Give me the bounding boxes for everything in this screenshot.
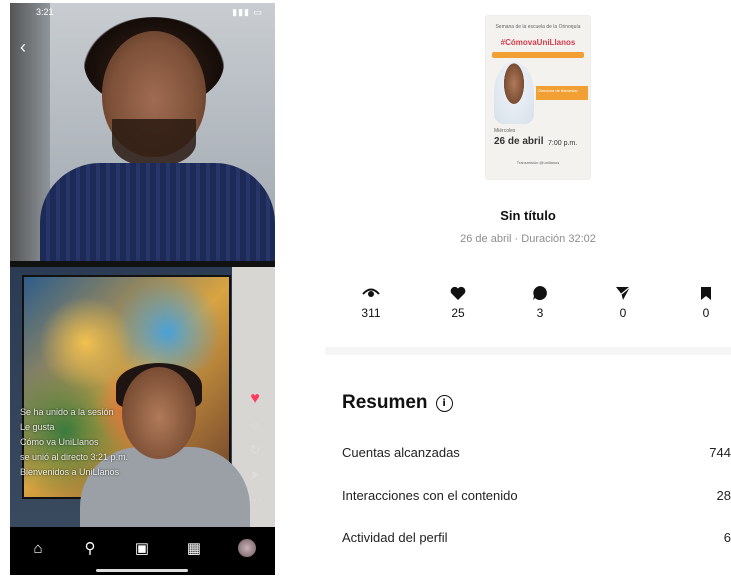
man-beard (112, 119, 196, 167)
home-icon[interactable]: ⌂ (28, 539, 48, 559)
man-shirt (40, 163, 275, 261)
thumbnail-date: 26 de abril (494, 136, 544, 147)
comment: Cómo va UniLlanos (20, 437, 99, 447)
stat-comments: 3 (510, 284, 570, 320)
stat-value: 25 (451, 306, 465, 320)
more-icon[interactable]: ··· (249, 493, 262, 507)
top-video-feed (10, 3, 275, 261)
summary-row-accounts-reached[interactable]: Cuentas alcanzadas 744 (342, 445, 731, 460)
status-time: 3:21 (36, 7, 54, 17)
bottom-navbar: ⌂ ⚲ ▣ ▦ (10, 527, 275, 575)
heart-icon (428, 284, 488, 302)
row-value: 6 (723, 530, 731, 545)
send-icon[interactable]: ➤ (250, 468, 261, 482)
comment-bubble-icon[interactable]: ○ (251, 418, 259, 432)
comment: Le gusta (20, 422, 55, 432)
post-meta: 26 de abril · Duración 32:02 (460, 233, 596, 245)
comment-icon (510, 284, 570, 302)
live-video-panel: 3:21 ▮▮▮ ▭ ‹ Se ha unido a la sesión Le … (10, 3, 275, 575)
thumbnail-tag: Directora de Bienestar (536, 86, 588, 100)
thumbnail-subtitle: Semana de la escuela de la Orinoquía (495, 24, 581, 30)
chevron-left-icon[interactable]: ‹ (20, 37, 26, 58)
section-divider (325, 347, 731, 355)
bottom-video-feed (10, 267, 275, 527)
search-icon[interactable]: ⚲ (80, 539, 100, 559)
share-icon (593, 284, 653, 302)
eye-icon (341, 284, 401, 302)
row-value: 28 (716, 488, 731, 503)
reels-icon[interactable]: ▣ (132, 539, 152, 559)
stat-value: 0 (619, 306, 627, 320)
thumbnail-band (492, 52, 584, 58)
side-actions: ♥ ○ ↻ ➤ ··· (245, 391, 265, 507)
thumbnail-day: Miércoles (494, 128, 516, 134)
thumbnail-hashtag: #CómovaUniLlanos (500, 38, 576, 47)
refresh-icon[interactable]: ↻ (250, 443, 261, 457)
bookmark-icon (676, 284, 731, 302)
stat-likes: 25 (428, 284, 488, 320)
stat-shares: 0 (593, 284, 653, 320)
thumbnail-person-image (494, 62, 534, 124)
heart-icon[interactable]: ♥ (250, 391, 260, 407)
thumbnail-footer: Transmisión @unillanos (516, 160, 560, 165)
post-thumbnail[interactable]: Semana de la escuela de la Orinoquía #Có… (485, 15, 591, 180)
row-label: Actividad del perfil (342, 530, 448, 545)
stat-views: 311 (341, 284, 401, 320)
activity-icon[interactable]: ▦ (184, 539, 204, 559)
comment: Bienvenidos a UniLlanos (20, 467, 120, 477)
signal-battery-icon: ▮▮▮ ▭ (232, 7, 263, 17)
summary-title: Resumen (342, 392, 428, 413)
thumbnail-time: 7:00 p.m. (548, 140, 578, 147)
post-title: Sin título (500, 208, 556, 223)
status-bar: 3:21 ▮▮▮ ▭ (10, 7, 275, 21)
live-comments: Se ha unido a la sesión Le gusta Cómo va… (20, 405, 245, 480)
row-label: Cuentas alcanzadas (342, 445, 460, 460)
stat-value: 0 (702, 306, 710, 320)
stat-value: 3 (536, 306, 544, 320)
home-indicator (96, 569, 188, 572)
comment: Se ha unido a la sesión (20, 407, 114, 417)
comment: se unió al directo 3:21 p.m. (20, 452, 129, 462)
summary-row-profile-activity[interactable]: Actividad del perfil 6 (342, 530, 731, 545)
profile-avatar[interactable] (238, 539, 256, 557)
stat-saves: 0 (676, 284, 731, 320)
stat-value: 311 (361, 306, 381, 320)
row-value: 744 (709, 445, 731, 460)
summary-row-interactions[interactable]: Interacciones con el contenido 28 (342, 488, 731, 503)
info-icon[interactable]: i (435, 394, 453, 412)
summary-header: Resumen i (342, 392, 453, 414)
row-label: Interacciones con el contenido (342, 488, 518, 503)
